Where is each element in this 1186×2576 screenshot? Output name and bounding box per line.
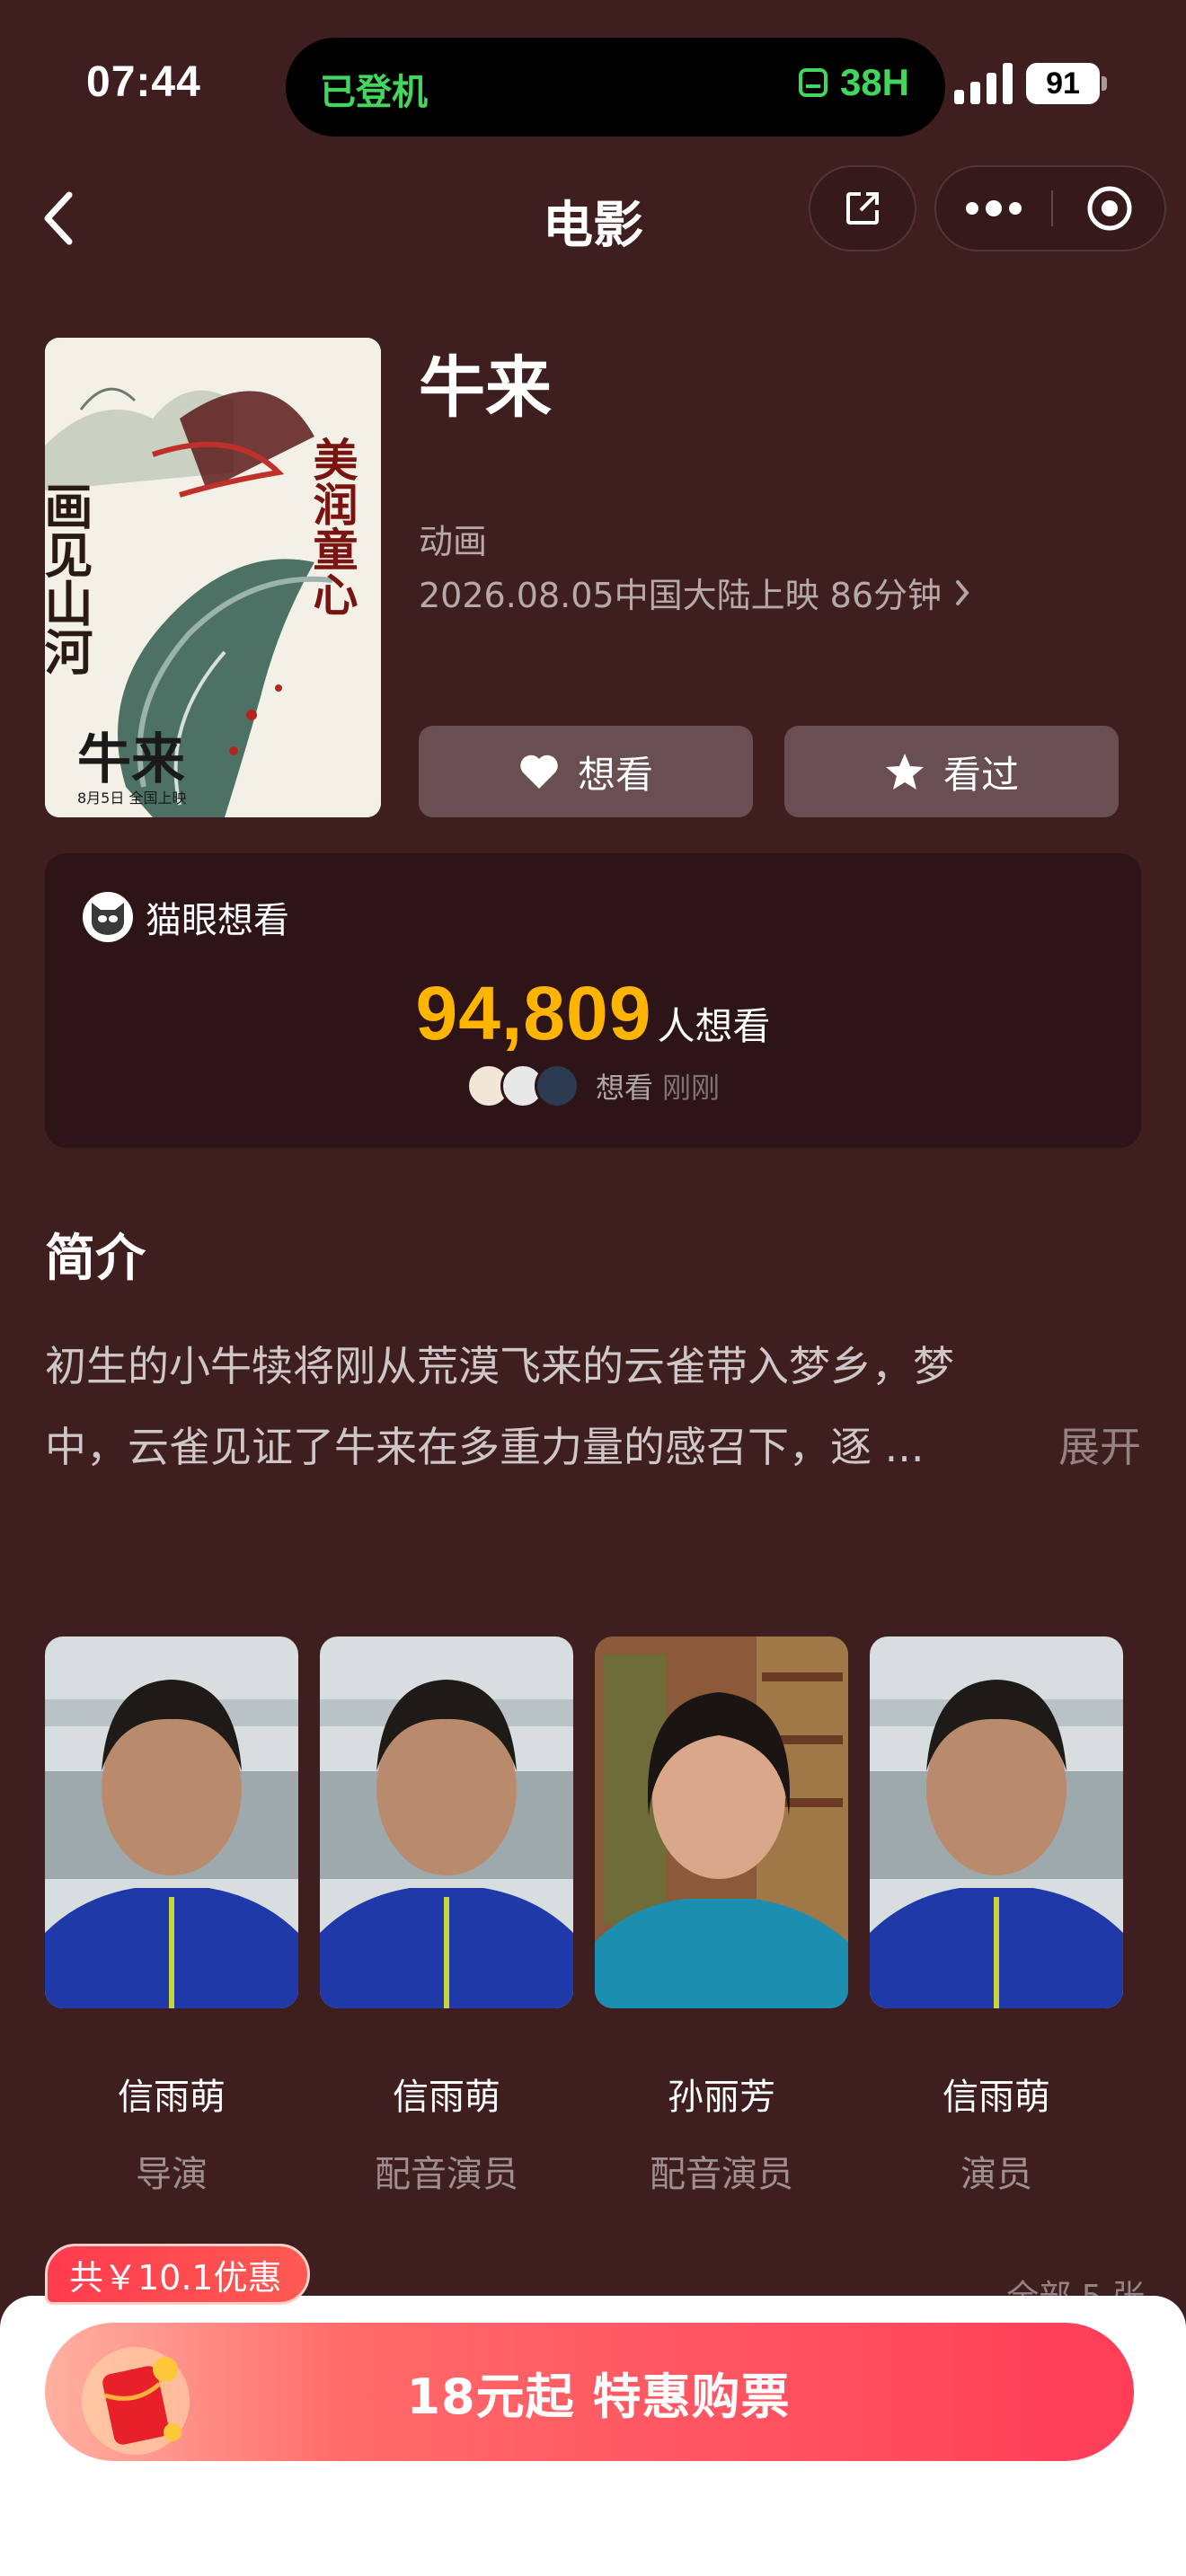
want-card-title: 猫眼想看 bbox=[146, 900, 289, 941]
svg-text:8月5日 全国上映: 8月5日 全国上映 bbox=[77, 790, 186, 807]
want-count-row: 94,809 人想看 bbox=[45, 970, 1141, 1057]
recent-want-row: 想看 刚刚 bbox=[45, 1063, 1141, 1108]
synopsis-title: 简介 bbox=[45, 1230, 146, 1288]
cast-name: 信雨萌 bbox=[118, 2077, 226, 2118]
nav-bar: 电影 bbox=[0, 162, 1186, 278]
share-button[interactable] bbox=[809, 165, 916, 251]
cast-name: 信雨萌 bbox=[393, 2077, 500, 2118]
cast-card[interactable]: 信雨萌 导演 bbox=[45, 1636, 298, 2197]
status-time: 07:44 bbox=[86, 58, 201, 106]
share-icon bbox=[846, 192, 879, 225]
seen-button-label: 看过 bbox=[943, 752, 1019, 797]
want-card-header: 猫眼想看 bbox=[83, 891, 289, 943]
synopsis-expand-button[interactable]: 展开 bbox=[1058, 1407, 1141, 1487]
heart-icon bbox=[520, 754, 558, 789]
cast-role: 导演 bbox=[136, 2154, 208, 2195]
island-countdown-label: 38H bbox=[839, 61, 909, 103]
chevron-left-icon bbox=[44, 191, 73, 245]
red-envelope-icon bbox=[82, 2347, 190, 2455]
want-stats-card: 猫眼想看 94,809 人想看 想看 刚刚 bbox=[45, 853, 1141, 1148]
synopsis-line-2-row: 中，云雀见证了牛来在多重力量的感召下，逐 ... 展开 bbox=[45, 1407, 1141, 1487]
svg-text:牛来: 牛来 bbox=[77, 728, 185, 791]
cast-photo bbox=[320, 1636, 573, 2008]
battery-level: 91 bbox=[1026, 63, 1100, 104]
miniprogram-capsule bbox=[934, 165, 1166, 251]
synopsis-line-2: 中，云雀见证了牛来在多重力量的感召下，逐 bbox=[45, 1423, 872, 1471]
want-button[interactable]: 想看 bbox=[419, 726, 753, 817]
cast-card[interactable]: 孙丽芳 配音演员 bbox=[595, 1636, 848, 2197]
bottom-purchase-bar: 18元起 特惠购票 bbox=[0, 2296, 1186, 2576]
seen-button[interactable]: 看过 bbox=[784, 726, 1119, 817]
cast-card[interactable]: 信雨萌 演员 bbox=[870, 1636, 1123, 2197]
movie-genre: 动画 bbox=[419, 522, 488, 561]
cast-photo bbox=[45, 1636, 298, 2008]
cast-card[interactable]: 信雨萌 配音演员 bbox=[320, 1636, 573, 2197]
svg-text:画见山河: 画见山河 bbox=[45, 481, 93, 675]
cast-role: 配音演员 bbox=[650, 2154, 793, 2195]
release-text: 2026.08.05中国大陆上映 86分钟 bbox=[419, 576, 943, 615]
cat-logo-icon bbox=[83, 892, 133, 942]
phone-icon bbox=[798, 68, 828, 97]
recent-want-label: 想看 bbox=[595, 1071, 653, 1105]
coupon-badge: 共￥10.1优惠 bbox=[45, 2244, 310, 2305]
island-flight-status: 已登机 bbox=[320, 72, 428, 113]
status-bar: 07:44 已登机 38H 91 bbox=[0, 0, 1186, 162]
more-button[interactable] bbox=[936, 167, 1051, 250]
recent-avatars bbox=[465, 1063, 580, 1108]
dynamic-island: 已登机 38H bbox=[286, 38, 945, 137]
want-button-label: 想看 bbox=[577, 752, 653, 797]
synopsis-ellipsis: ... bbox=[884, 1423, 925, 1471]
buy-ticket-button[interactable]: 18元起 特惠购票 bbox=[45, 2323, 1134, 2461]
cast-photo bbox=[595, 1636, 848, 2008]
cast-name: 孙丽芳 bbox=[668, 2077, 775, 2118]
avatar bbox=[534, 1063, 580, 1108]
target-icon bbox=[1087, 186, 1132, 231]
cast-role: 演员 bbox=[960, 2154, 1032, 2195]
movie-detail-page: 07:44 已登机 38H 91 电影 画见山河 美润童心 牛来 8月5日 全国… bbox=[0, 0, 1186, 2576]
buy-ticket-label: 18元起 特惠购票 bbox=[406, 2368, 791, 2425]
svg-text:美润童心: 美润童心 bbox=[306, 437, 359, 616]
movie-poster[interactable]: 画见山河 美润童心 牛来 8月5日 全国上映 bbox=[45, 338, 381, 817]
poster-artwork: 画见山河 美润童心 牛来 8月5日 全国上映 bbox=[45, 338, 381, 817]
signal-icon bbox=[954, 63, 1013, 104]
cast-name: 信雨萌 bbox=[943, 2077, 1050, 2118]
star-icon bbox=[885, 754, 924, 790]
cast-role: 配音演员 bbox=[375, 2154, 518, 2195]
chevron-right-icon bbox=[956, 579, 969, 605]
battery-icon: 91 bbox=[1026, 63, 1107, 104]
more-dots-icon bbox=[966, 200, 1022, 216]
synopsis-text[interactable]: 初生的小牛犊将刚从荒漠飞来的云雀带入梦乡，梦 中，云雀见证了牛来在多重力量的感召… bbox=[45, 1326, 1141, 1487]
want-count-unit: 人想看 bbox=[657, 1004, 771, 1048]
movie-title: 牛来 bbox=[419, 349, 552, 427]
island-countdown: 38H bbox=[795, 61, 909, 104]
back-button[interactable] bbox=[27, 187, 90, 250]
close-miniprogram-button[interactable] bbox=[1053, 167, 1166, 250]
battery-tip bbox=[1102, 76, 1107, 91]
cast-photo bbox=[870, 1636, 1123, 2008]
movie-release-info[interactable]: 2026.08.05中国大陆上映 86分钟 bbox=[419, 568, 970, 617]
want-count: 94,809 bbox=[415, 971, 652, 1055]
recent-want-time: 刚刚 bbox=[662, 1071, 721, 1105]
synopsis-line-1: 初生的小牛犊将刚从荒漠飞来的云雀带入梦乡，梦 bbox=[45, 1342, 954, 1390]
